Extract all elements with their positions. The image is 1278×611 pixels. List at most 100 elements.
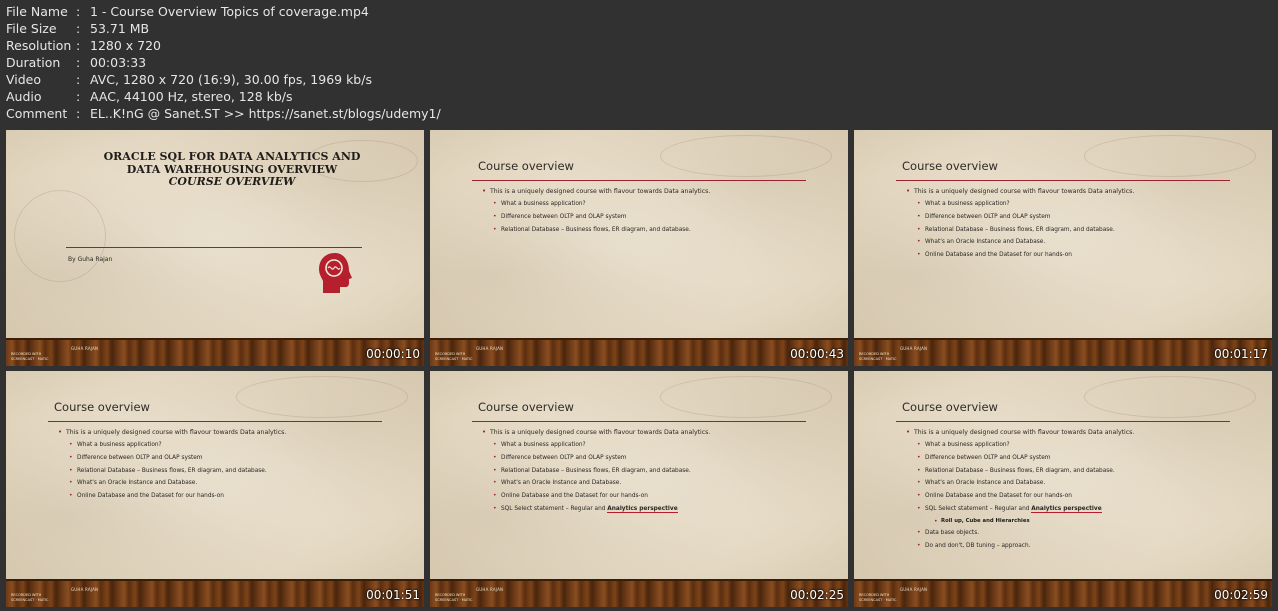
footer-presenter-name: GUHA RAJAN — [71, 346, 99, 351]
sub-bullet-item: SQL Select statement – Regular and Analy… — [482, 503, 832, 516]
file-info-value: 1 - Course Overview Topics of coverage.m… — [90, 4, 369, 19]
footer-presenter-name: GUHA RAJAN — [476, 346, 504, 351]
bullet-item: This is a uniquely designed course with … — [58, 426, 408, 439]
screencast-logo: RECORDED WITH SCREENCAST · MATIC — [859, 352, 897, 361]
thumbnail-timestamp: 00:00:10 — [366, 347, 420, 361]
slide-title: Course overview — [478, 400, 574, 414]
bullet-item: This is a uniquely designed course with … — [482, 185, 832, 198]
screencast-logo: RECORDED WITH SCREENCAST · MATIC — [435, 593, 473, 602]
slide-footer: GUHA RAJAN RECORDED WITH SCREENCAST · MAT… — [430, 579, 848, 607]
sub-bullet-item: Difference between OLTP and OLAP system — [58, 452, 408, 465]
video-thumbnail-4[interactable]: Course overview This is a uniquely desig… — [6, 371, 424, 607]
file-info-row: Video: AVC, 1280 x 720 (16:9), 30.00 fps,… — [6, 71, 441, 88]
sub-bullet-item: Data base objects. — [906, 527, 1256, 540]
video-thumbnail-2[interactable]: Course overview This is a uniquely desig… — [430, 130, 848, 366]
screencast-logo: RECORDED WITH SCREENCAST · MATIC — [11, 352, 49, 361]
background-gear-decoration — [14, 190, 106, 282]
bullet-list: This is a uniquely designed course with … — [906, 185, 1256, 262]
sub-bullet-item: Online Database and the Dataset for our … — [906, 490, 1256, 503]
sub-bullet-item: Difference between OLTP and OLAP system — [906, 211, 1256, 224]
footer-presenter-name: GUHA RAJAN — [900, 587, 928, 592]
file-info-row: File Size:53.71 MB — [6, 20, 441, 37]
file-info-key: File Size — [6, 21, 57, 36]
sub-sub-bullet-item: Roll up, Cube and Hierarchies — [906, 516, 1256, 527]
file-info-separator: : — [76, 89, 81, 104]
slide-course-overview: Course overview This is a uniquely desig… — [854, 371, 1272, 579]
thumbnail-timestamp: 00:01:17 — [1214, 347, 1268, 361]
title-divider — [48, 421, 382, 422]
file-info-row: Comment: EL..K!nG @ Sanet.ST >> https://s… — [6, 105, 441, 122]
video-thumbnail-6[interactable]: Course overview This is a uniquely desig… — [854, 371, 1272, 607]
background-airship-decoration — [1084, 376, 1256, 418]
slide-course-overview: Course overview This is a uniquely desig… — [6, 371, 424, 579]
file-info-row: Audio: AAC, 44100 Hz, stereo, 128 kb/s — [6, 88, 441, 105]
sub-bullet-item: Difference between OLTP and OLAP system — [906, 452, 1256, 465]
file-info-separator: : — [76, 38, 81, 53]
sub-bullet-item: Relational Database – Business flows, ER… — [482, 224, 832, 237]
file-info-value: 1280 x 720 — [90, 38, 162, 53]
file-info-separator: : — [76, 55, 81, 70]
background-airship-decoration — [660, 376, 832, 418]
screencast-logo: RECORDED WITH SCREENCAST · MATIC — [11, 593, 49, 602]
video-thumbnail-1[interactable]: ORACLE SQL FOR DATA ANALYTICS AND DATA W… — [6, 130, 424, 366]
file-info-value: AVC, 1280 x 720 (16:9), 30.00 fps, 1969 … — [90, 72, 372, 87]
file-info-row: File Name:1 - Course Overview Topics of … — [6, 3, 441, 20]
sub-bullet-item: What's an Oracle Instance and Database. — [482, 477, 832, 490]
file-info-value: EL..K!nG @ Sanet.ST >> https://sanet.st/… — [90, 106, 441, 121]
sub-bullet-item: What's an Oracle Instance and Database. — [58, 477, 408, 490]
file-info-value: 00:03:33 — [90, 55, 147, 70]
highlighted-text: Analytics perspective — [607, 505, 678, 513]
sub-bullet-item: Difference between OLTP and OLAP system — [482, 211, 832, 224]
background-airship-decoration — [1084, 135, 1256, 177]
bullet-list: This is a uniquely designed course with … — [482, 426, 832, 516]
file-info-separator: : — [76, 72, 81, 87]
file-info-value: AAC, 44100 Hz, stereo, 128 kb/s — [90, 89, 293, 104]
sub-bullet-item: Online Database and the Dataset for our … — [906, 249, 1256, 262]
file-info-key: Video — [6, 72, 42, 87]
file-info-separator: : — [76, 106, 81, 121]
bullet-list: This is a uniquely designed course with … — [906, 426, 1256, 552]
sub-bullet-item: Relational Database – Business flows, ER… — [906, 465, 1256, 478]
cover-title-line: ORACLE SQL FOR DATA ANALYTICS AND — [103, 150, 361, 163]
slide-title: Course overview — [902, 159, 998, 173]
cover-subtitle: COURSE OVERVIEW — [168, 175, 296, 188]
title-divider — [896, 180, 1230, 181]
background-airship-decoration — [660, 135, 832, 177]
sub-bullet-item: Relational Database – Business flows, ER… — [58, 465, 408, 478]
bullet-list: This is a uniquely designed course with … — [482, 185, 832, 236]
slide-footer: GUHA RAJAN RECORDED WITH SCREENCAST · MAT… — [854, 338, 1272, 366]
sub-bullet-item: What's an Oracle Instance and Database. — [906, 477, 1256, 490]
slide-title: Course overview — [54, 400, 150, 414]
thumbnail-timestamp: 00:02:25 — [790, 588, 844, 602]
sub-bullet-item: What a business application? — [906, 198, 1256, 211]
slide-footer: GUHA RAJAN RECORDED WITH SCREENCAST · MAT… — [6, 338, 424, 366]
file-info-key: Duration — [6, 55, 61, 70]
footer-presenter-name: GUHA RAJAN — [476, 587, 504, 592]
cover-divider — [66, 247, 362, 248]
video-thumbnail-5[interactable]: Course overview This is a uniquely desig… — [430, 371, 848, 607]
slide-footer: GUHA RAJAN RECORDED WITH SCREENCAST · MAT… — [854, 579, 1272, 607]
slide-course-overview: Course overview This is a uniquely desig… — [430, 371, 848, 579]
bullet-text: SQL Select statement – Regular and — [925, 505, 1030, 512]
sub-bullet-item: What a business application? — [906, 439, 1256, 452]
thumbnail-timestamp: 00:01:51 — [366, 588, 420, 602]
file-info-key: File Name — [6, 4, 68, 19]
title-divider — [896, 421, 1230, 422]
video-thumbnail-3[interactable]: Course overview This is a uniquely desig… — [854, 130, 1272, 366]
background-airship-decoration — [236, 376, 408, 418]
slide-course-overview: Course overview This is a uniquely desig… — [854, 130, 1272, 338]
brain-head-icon — [319, 253, 352, 293]
file-info-key: Comment — [6, 106, 68, 121]
slide-course-overview: Course overview This is a uniquely desig… — [430, 130, 848, 338]
file-info-row: Duration:00:03:33 — [6, 54, 441, 71]
sub-bullet-item: What a business application? — [58, 439, 408, 452]
thumbnail-timestamp: 00:02:59 — [1214, 588, 1268, 602]
slide-title: Course overview — [902, 400, 998, 414]
bullet-item: This is a uniquely designed course with … — [482, 426, 832, 439]
sub-bullet-item: Difference between OLTP and OLAP system — [482, 452, 832, 465]
sub-bullet-item: Relational Database – Business flows, ER… — [482, 465, 832, 478]
slide-title: Course overview — [478, 159, 574, 173]
sub-bullet-item: What a business application? — [482, 198, 832, 211]
title-divider — [472, 180, 806, 181]
bullet-text: SQL Select statement – Regular and — [501, 505, 606, 512]
